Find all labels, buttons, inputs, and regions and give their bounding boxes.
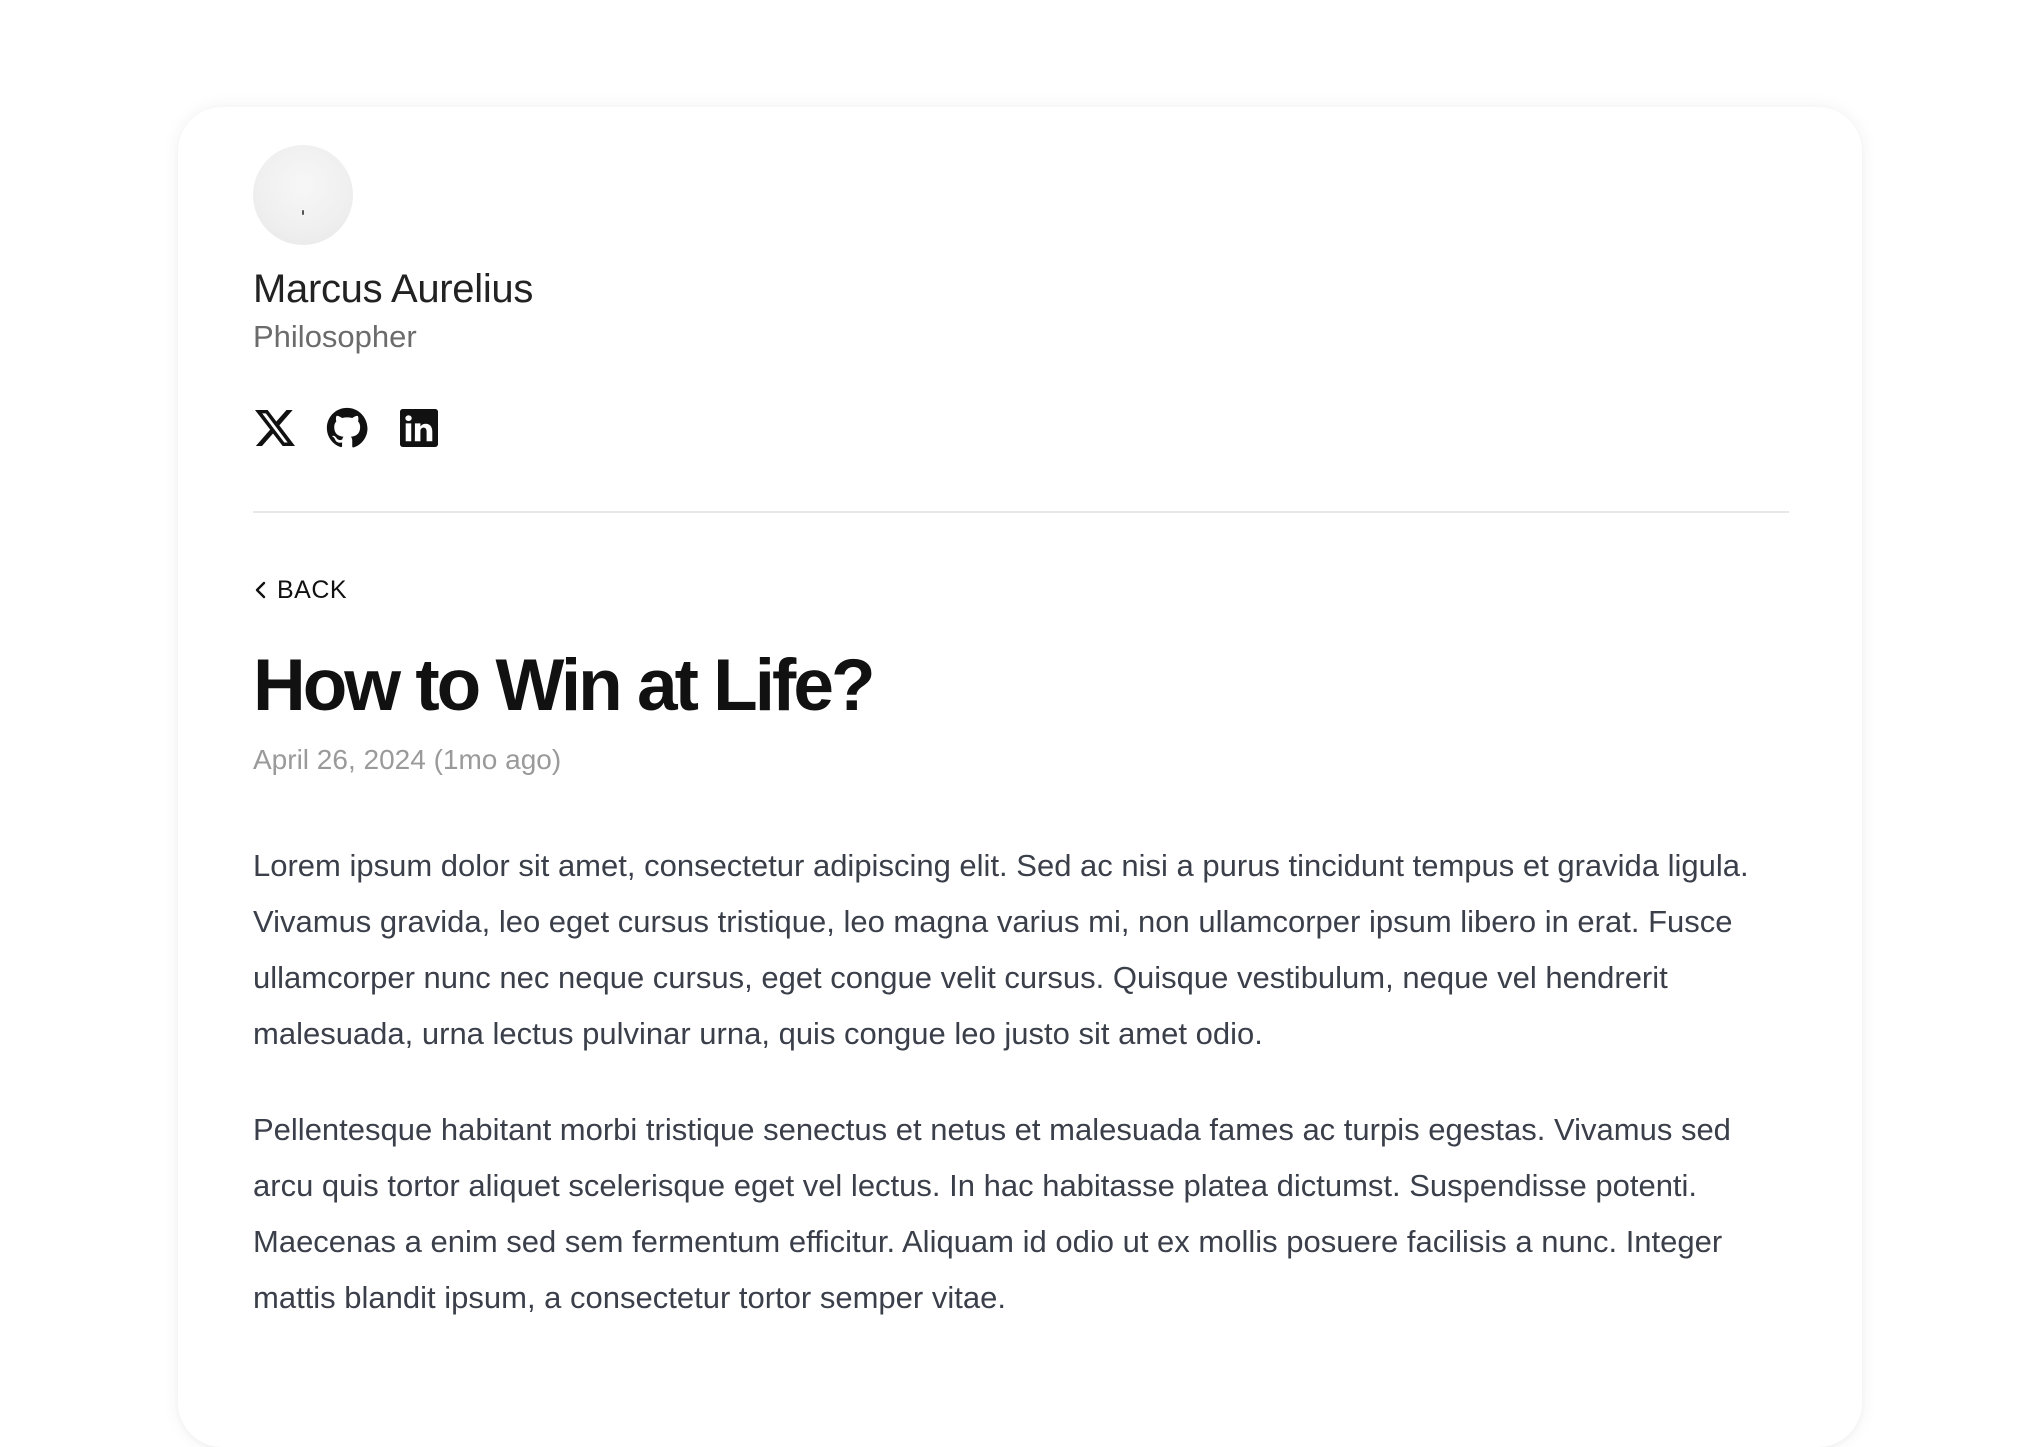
back-label: BACK [277, 576, 348, 604]
linkedin-logo-svg [400, 409, 438, 447]
profile-name: Marcus Aurelius [253, 267, 534, 311]
post-date: April 26, 2024 (1mo ago) [253, 744, 562, 775]
paragraph: Pellentesque habitant morbi tristique se… [253, 1112, 1731, 1315]
chevron-left-icon [255, 581, 266, 599]
x-icon[interactable] [253, 406, 297, 450]
linkedin-icon[interactable] [397, 406, 441, 450]
avatar-figure [302, 210, 304, 215]
x-logo-svg [255, 410, 295, 446]
post-title: How to Win at Life? [253, 645, 876, 726]
avatar [253, 145, 353, 245]
card-content: Marcus Aurelius Philosopher BACK How to … [253, 145, 1789, 1366]
post-content: Lorem ipsum dolor sit amet, consectetur … [253, 838, 1789, 1326]
profile-card: Marcus Aurelius Philosopher BACK How to … [178, 107, 1862, 1447]
divider [253, 511, 1789, 513]
social-links [253, 405, 1789, 451]
paragraph: Lorem ipsum dolor sit amet, consectetur … [253, 848, 1749, 1051]
github-logo-svg [326, 407, 368, 448]
profile-role: Philosopher [253, 319, 417, 354]
back-link[interactable]: BACK [253, 575, 347, 605]
github-icon[interactable] [325, 406, 369, 450]
